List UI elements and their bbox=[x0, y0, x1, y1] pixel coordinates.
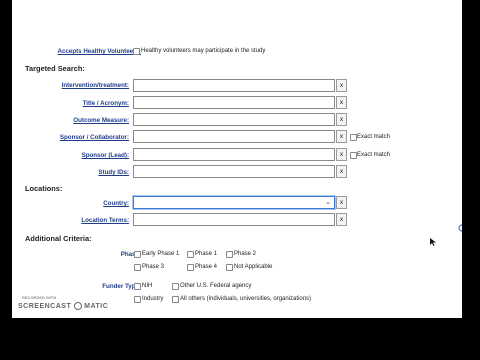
funder-federal-label: Other U.S. Federal agency bbox=[180, 283, 252, 289]
watermark-line3: MATIC bbox=[84, 302, 109, 310]
study-ids-input[interactable] bbox=[133, 165, 335, 178]
phase-early-1-label: Early Phase 1 bbox=[142, 251, 180, 257]
not-applicable-checkbox[interactable] bbox=[226, 264, 233, 271]
outcome-measure-clear-button[interactable]: x bbox=[336, 113, 347, 126]
phase-3-checkbox[interactable] bbox=[134, 264, 141, 271]
targeted-search-heading: Targeted Search: bbox=[25, 64, 85, 73]
sponsor-collaborator-label: Sponsor / Collaborator: bbox=[59, 134, 129, 141]
sponsor-lead-clear-button[interactable]: x bbox=[336, 148, 347, 161]
title-acronym-input[interactable] bbox=[133, 96, 335, 109]
sponsor-lead-exact-checkbox[interactable] bbox=[350, 152, 357, 159]
sponsor-collaborator-input[interactable] bbox=[133, 130, 335, 143]
healthy-volunteers-checkbox[interactable] bbox=[133, 48, 140, 55]
watermark-logo-icon bbox=[73, 302, 82, 310]
search-form-page: Accepts Healthy Volunteers: Healthy volu… bbox=[12, 0, 462, 318]
funder-nih-label: NIH bbox=[142, 283, 153, 289]
additional-criteria-heading: Additional Criteria: bbox=[25, 234, 92, 243]
location-terms-clear-button[interactable]: x bbox=[336, 213, 347, 226]
country-clear-button[interactable]: x bbox=[336, 196, 347, 209]
funder-industry-checkbox[interactable] bbox=[134, 296, 141, 303]
intervention-input[interactable] bbox=[133, 79, 335, 92]
study-ids-clear-button[interactable]: x bbox=[336, 165, 347, 178]
sponsor-lead-label: Sponsor (Lead): bbox=[81, 152, 129, 159]
not-applicable-label: Not Applicable bbox=[234, 264, 273, 270]
funder-industry-label: Industry bbox=[142, 296, 164, 302]
funder-nih-checkbox[interactable] bbox=[134, 283, 141, 290]
phase-1-label: Phase 1 bbox=[195, 251, 218, 257]
country-select[interactable]: ⌄ bbox=[133, 196, 335, 209]
funder-others-checkbox[interactable] bbox=[172, 296, 179, 303]
phase-4-checkbox[interactable] bbox=[187, 264, 194, 271]
funder-others-label: All others (individuals, universities, o… bbox=[180, 296, 312, 302]
healthy-volunteers-option: Healthy volunteers may participate in th… bbox=[141, 48, 266, 54]
intervention-clear-button[interactable]: x bbox=[336, 79, 347, 92]
sponsor-collaborator-clear-button[interactable]: x bbox=[336, 130, 347, 143]
intervention-label: Intervention/treatment: bbox=[61, 82, 129, 89]
phase-4-label: Phase 4 bbox=[195, 264, 218, 270]
healthy-volunteers-label: Accepts Healthy Volunteers: bbox=[57, 48, 141, 55]
phase-early-1-checkbox[interactable] bbox=[134, 251, 141, 258]
sponsor-collaborator-exact-checkbox[interactable] bbox=[350, 134, 357, 141]
locations-heading: Locations: bbox=[25, 184, 63, 193]
country-label: Country: bbox=[103, 200, 129, 207]
location-terms-input[interactable] bbox=[133, 213, 335, 226]
funder-federal-checkbox[interactable] bbox=[172, 283, 179, 290]
phase-2-label: Phase 2 bbox=[234, 251, 257, 257]
watermark-line1: RECORDED WITH bbox=[22, 295, 57, 300]
title-acronym-label: Title / Acronym: bbox=[82, 100, 129, 107]
location-terms-label: Location Terms: bbox=[81, 217, 129, 224]
outcome-measure-label: Outcome Measure: bbox=[73, 117, 129, 124]
watermark-line2: SCREENCAST bbox=[18, 302, 72, 310]
phase-1-checkbox[interactable] bbox=[187, 251, 194, 258]
study-ids-label: Study IDs: bbox=[98, 169, 129, 176]
sponsor-lead-input[interactable] bbox=[133, 148, 335, 161]
watermark-brand: SCREENCAST MATIC bbox=[18, 302, 108, 310]
chevron-down-icon: ⌄ bbox=[325, 199, 331, 206]
mouse-cursor-icon bbox=[430, 238, 436, 246]
phase-2-checkbox[interactable] bbox=[226, 251, 233, 258]
outcome-measure-input[interactable] bbox=[133, 113, 335, 126]
title-acronym-clear-button[interactable]: x bbox=[336, 96, 347, 109]
sponsor-lead-exact-label: Exact match bbox=[357, 152, 391, 158]
loading-spinner-icon bbox=[458, 224, 462, 232]
sponsor-collaborator-exact-label: Exact match bbox=[357, 134, 391, 140]
phase-3-label: Phase 3 bbox=[142, 264, 165, 270]
